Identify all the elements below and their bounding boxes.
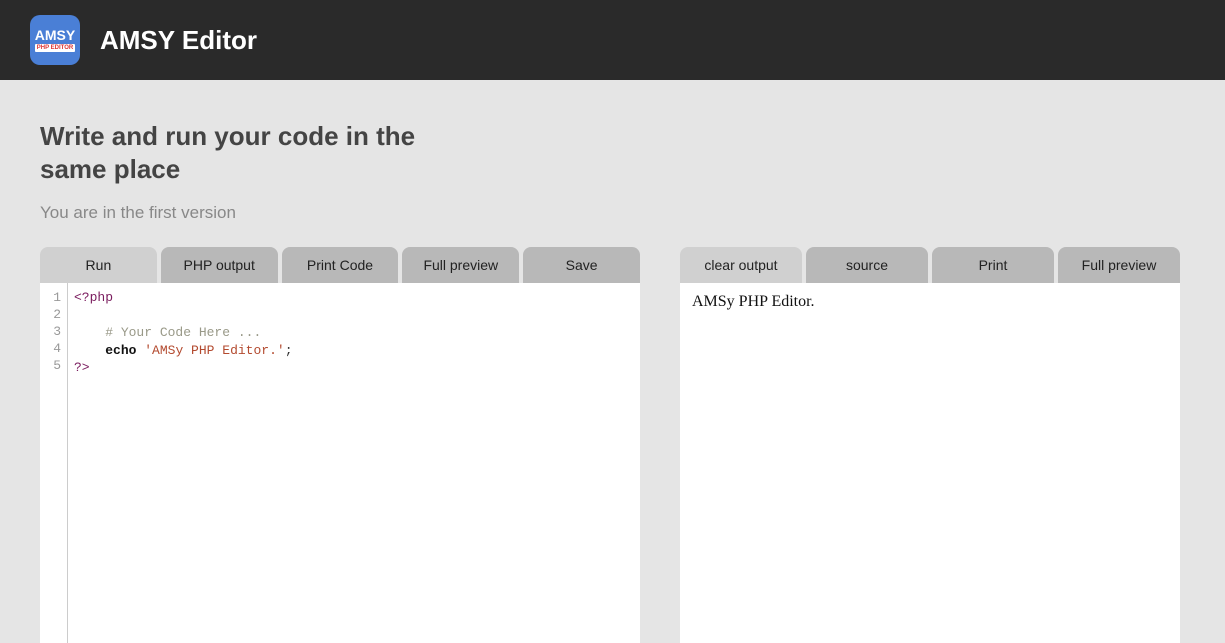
code-token: ;: [285, 343, 293, 358]
code-comment: # Your Code Here ...: [105, 325, 261, 340]
app-logo: AMSY PHP EDITOR: [30, 15, 80, 65]
app-title: AMSY Editor: [100, 25, 257, 56]
php-output-button[interactable]: PHP output: [161, 247, 278, 283]
run-button[interactable]: Run: [40, 247, 157, 283]
line-number: 2: [40, 306, 61, 323]
page-subtext: You are in the first version: [40, 203, 1185, 223]
code-area[interactable]: <?php # Your Code Here ... echo 'AMSy PH…: [68, 283, 299, 643]
line-gutter: 1 2 3 4 5: [40, 283, 68, 643]
print-button[interactable]: Print: [932, 247, 1054, 283]
output-tabs: clear output source Print Full preview: [680, 247, 1180, 283]
page-headline: Write and run your code in the same plac…: [40, 120, 450, 185]
line-number: 5: [40, 357, 61, 374]
line-number: 3: [40, 323, 61, 340]
save-button[interactable]: Save: [523, 247, 640, 283]
code-string: 'AMSy PHP Editor.': [144, 343, 284, 358]
output-text: AMSy PHP Editor.: [692, 293, 815, 310]
clear-output-button[interactable]: clear output: [680, 247, 802, 283]
output-panel: clear output source Print Full preview A…: [680, 247, 1180, 643]
code-editor[interactable]: 1 2 3 4 5 <?php # Your Code Here ... ech…: [40, 283, 640, 643]
code-token: <?php: [74, 290, 113, 305]
main-content: Write and run your code in the same plac…: [0, 80, 1225, 643]
code-keyword: echo: [105, 343, 136, 358]
line-number: 4: [40, 340, 61, 357]
output-area: AMSy PHP Editor.: [680, 283, 1180, 643]
panels-row: Run PHP output Print Code Full preview S…: [40, 247, 1185, 643]
code-token: ?>: [74, 360, 90, 375]
editor-panel: Run PHP output Print Code Full preview S…: [40, 247, 640, 643]
logo-text-bottom: PHP EDITOR: [35, 44, 75, 52]
full-preview-button[interactable]: Full preview: [402, 247, 519, 283]
output-full-preview-button[interactable]: Full preview: [1058, 247, 1180, 283]
line-number: 1: [40, 289, 61, 306]
source-button[interactable]: source: [806, 247, 928, 283]
editor-tabs: Run PHP output Print Code Full preview S…: [40, 247, 640, 283]
print-code-button[interactable]: Print Code: [282, 247, 399, 283]
app-header: AMSY PHP EDITOR AMSY Editor: [0, 0, 1225, 80]
logo-text-top: AMSY: [35, 28, 75, 42]
